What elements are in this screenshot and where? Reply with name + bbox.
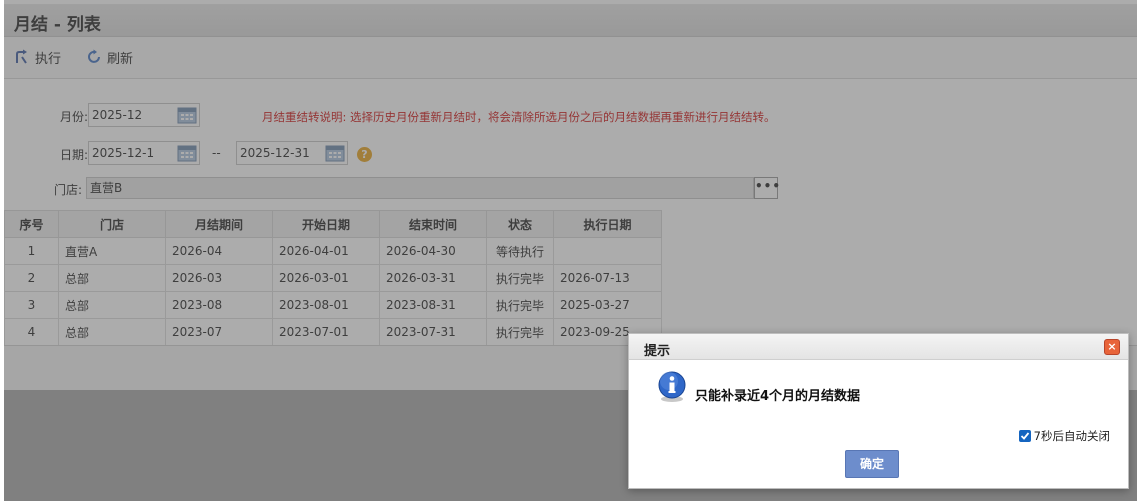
dialog-title: 提示	[644, 344, 671, 359]
ok-button[interactable]: 确定	[845, 450, 899, 478]
dialog-header: 提示 ×	[629, 334, 1128, 360]
left-edge	[0, 0, 4, 501]
alert-dialog: 提示 × 只能补录近4个月的月结数据 7秒后自动关闭 确定	[628, 333, 1129, 489]
auto-close-checkbox[interactable]	[1018, 430, 1031, 442]
auto-close-label: 7秒后自动关闭	[1033, 429, 1110, 443]
close-button[interactable]: ×	[1104, 339, 1120, 355]
info-icon	[658, 371, 686, 402]
dialog-message: 只能补录近4个月的月结数据	[695, 389, 861, 404]
auto-close-option[interactable]: 7秒后自动关闭	[1018, 428, 1110, 444]
check-icon	[1020, 432, 1029, 440]
